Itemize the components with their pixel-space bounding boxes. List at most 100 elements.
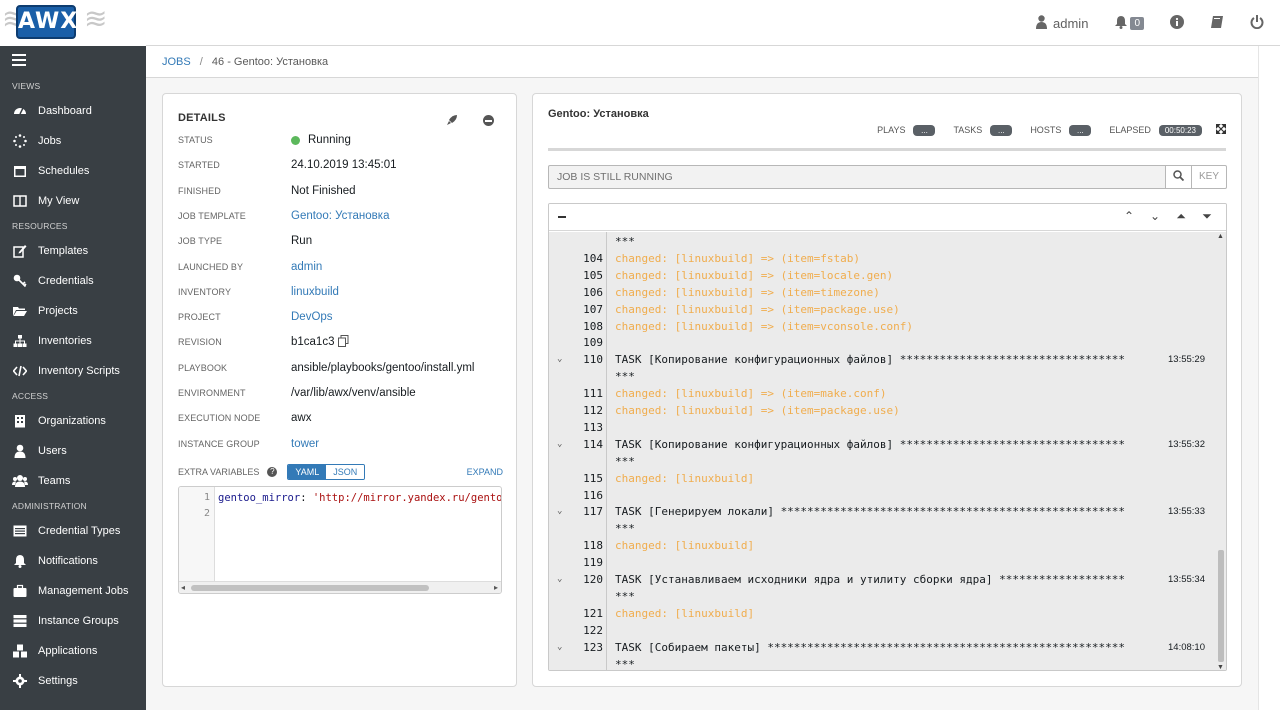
log-line-text: *** [615, 235, 635, 248]
sidebar-item-dashboard[interactable]: Dashboard [0, 96, 146, 126]
collapse-task-chevron-icon[interactable]: ⌄ [557, 503, 562, 520]
detail-row-revision: REVISION b1ca1c3 [178, 332, 508, 352]
awx-logo[interactable]: ≋ AWX ≋ [0, 0, 146, 46]
scroll-to-bottom-icon[interactable]: ⏷ [1194, 209, 1220, 224]
log-line-number: 108 [583, 319, 603, 333]
log-line-text: *** [615, 522, 635, 536]
help-icon[interactable]: ? [267, 467, 278, 477]
scroll-down-arrow-icon[interactable]: ▼ [1217, 664, 1224, 670]
relaunch-rocket-icon[interactable] [446, 114, 458, 129]
expand-link[interactable]: EXPAND [467, 467, 503, 477]
log-navigation: ⌃ ⌄ ⏶ ⏷ [1116, 209, 1220, 224]
breadcrumb-jobs-link[interactable]: JOBS [162, 56, 191, 68]
scroll-up-arrow-icon[interactable]: ▲ [1217, 233, 1224, 240]
sidebar-item-teams[interactable]: Teams [0, 466, 146, 496]
docs-button[interactable] [1210, 15, 1224, 32]
notifications-button[interactable]: 0 [1114, 15, 1144, 32]
detail-value-text: Gentoo: Установка [291, 209, 390, 222]
detail-row-job-type: JOB TYPE Run [178, 231, 508, 251]
scrollbar-thumb[interactable] [191, 585, 429, 591]
detail-row-instance-group: INSTANCE GROUP tower [178, 434, 508, 454]
code-icon [12, 363, 28, 379]
jobs-spinner-icon [12, 133, 28, 149]
sidebar-item-projects[interactable]: Projects [0, 296, 146, 326]
detail-value-instance-group[interactable]: tower [291, 438, 319, 450]
sidebar-item-users[interactable]: Users [0, 436, 146, 466]
editor-line-number: 2 [203, 508, 210, 519]
collapse-task-chevron-icon[interactable]: ⌄ [557, 639, 562, 656]
scroll-page-down-icon[interactable]: ⌄ [1142, 209, 1168, 224]
yaml-json-toggle[interactable]: YAML JSON [287, 464, 366, 480]
detail-row-playbook: PLAYBOOK ansible/playbooks/gentoo/install… [178, 358, 508, 378]
detail-row-job-template: JOB TEMPLATE Gentoo: Установка [178, 206, 508, 226]
detail-value-job-template[interactable]: Gentoo: Установка [291, 210, 389, 222]
hosts-count: ... [1069, 124, 1092, 136]
editor-horizontal-scrollbar[interactable]: ◂ ▸ [179, 581, 501, 593]
log-line-text: changed: [linuxbuild] => (item=package.u… [615, 404, 900, 417]
log-line-number: 105 [583, 268, 603, 282]
detail-row-finished: FINISHED Not Finished [178, 181, 508, 201]
collapse-task-chevron-icon[interactable]: ⌄ [557, 436, 562, 453]
copy-icon[interactable] [338, 334, 349, 350]
sidebar-item-label: Templates [38, 245, 89, 257]
scroll-page-up-icon[interactable]: ⌃ [1116, 209, 1142, 224]
fullscreen-expand-icon[interactable] [1215, 123, 1227, 136]
detail-value-launched-by[interactable]: admin [291, 261, 322, 273]
detail-value-text: ansible/playbooks/gentoo/install.yml [291, 361, 475, 374]
sidebar-item-notifications[interactable]: Notifications [0, 546, 146, 576]
key-button[interactable]: KEY [1192, 165, 1227, 189]
sidebar: VIEWS Dashboard Jobs Schedules My View RESOUR… [0, 46, 146, 710]
sidebar-item-settings[interactable]: Settings [0, 666, 146, 696]
log-line-number: 104 [583, 251, 603, 265]
log-line: 113 [549, 419, 1219, 436]
log-line-number: 122 [583, 623, 603, 637]
scroll-to-top-icon[interactable]: ⏶ [1168, 209, 1194, 224]
log-line-text: *** [615, 454, 635, 468]
log-line: *** [549, 233, 1219, 250]
sidebar-item-label: Credentials [38, 275, 94, 287]
detail-value-project[interactable]: DevOps [291, 311, 333, 323]
log-line-timestamp: 13:55:34 [1168, 574, 1205, 585]
collapse-task-chevron-icon[interactable]: ⌄ [557, 571, 562, 588]
user-name: admin [1053, 15, 1089, 31]
log-line-text: changed: [linuxbuild] => (item=locale.ge… [615, 268, 894, 282]
log-vertical-scrollbar[interactable]: ▲ ▼ [1216, 232, 1226, 670]
about-button[interactable] [1170, 14, 1184, 32]
output-search-input[interactable]: JOB IS STILL RUNNING [548, 165, 1166, 189]
log-line-number: 114 [583, 437, 603, 451]
collapse-task-chevron-icon[interactable]: ⌄ [557, 351, 562, 368]
log-line: *** [549, 520, 1219, 537]
search-button[interactable] [1166, 165, 1192, 189]
sidebar-item-credentials[interactable]: Credentials [0, 266, 146, 296]
sidebar-item-my-view[interactable]: My View [0, 186, 146, 216]
log-line-timestamp: 13:55:29 [1168, 354, 1205, 366]
scroll-left-arrow-icon[interactable]: ◂ [181, 583, 185, 592]
yaml-button[interactable]: YAML [288, 465, 327, 479]
log-line-text: changed: [linuxbuild] => (item=timezone) [615, 285, 880, 299]
sidebar-item-applications[interactable]: Applications [0, 636, 146, 666]
sidebar-item-instance-groups[interactable]: Instance Groups [0, 606, 146, 636]
cancel-job-icon[interactable] [483, 115, 494, 126]
log-line-number: 113 [583, 420, 603, 434]
log-line-number: 123 [583, 640, 603, 654]
sidebar-item-jobs[interactable]: Jobs [0, 126, 146, 156]
scroll-right-arrow-icon[interactable]: ▸ [494, 583, 498, 592]
sidebar-item-credential-types[interactable]: Credential Types [0, 516, 146, 546]
sidebar-item-inventories[interactable]: Inventories [0, 326, 146, 356]
log-line: 108 changed: [linuxbuild] => (item=vconso… [549, 318, 1219, 335]
detail-value-inventory[interactable]: linuxbuild [291, 286, 339, 298]
sidebar-item-management-jobs[interactable]: Management Jobs [0, 576, 146, 606]
user-menu[interactable]: admin [1036, 14, 1089, 32]
json-button[interactable]: JSON [326, 465, 365, 479]
sidebar-item-organizations[interactable]: Organizations [0, 406, 146, 436]
log-scrollbar-thumb[interactable] [1218, 550, 1224, 662]
extra-variables-editor[interactable]: 1 2 gentoo_mirror: 'http://mirror.yandex… [178, 486, 502, 594]
sidebar-item-templates[interactable]: Templates [0, 236, 146, 266]
log-line-text: TASK [Генерируем локали] ***************… [615, 505, 1125, 519]
top-navbar: ≋ AWX ≋ admin 0 [0, 0, 1280, 46]
logout-button[interactable] [1250, 14, 1264, 32]
sidebar-item-inventory-scripts[interactable]: Inventory Scripts [0, 356, 146, 386]
collapse-all-icon[interactable] [558, 216, 566, 218]
hamburger-menu-icon[interactable] [0, 46, 146, 76]
sidebar-item-schedules[interactable]: Schedules [0, 156, 146, 186]
